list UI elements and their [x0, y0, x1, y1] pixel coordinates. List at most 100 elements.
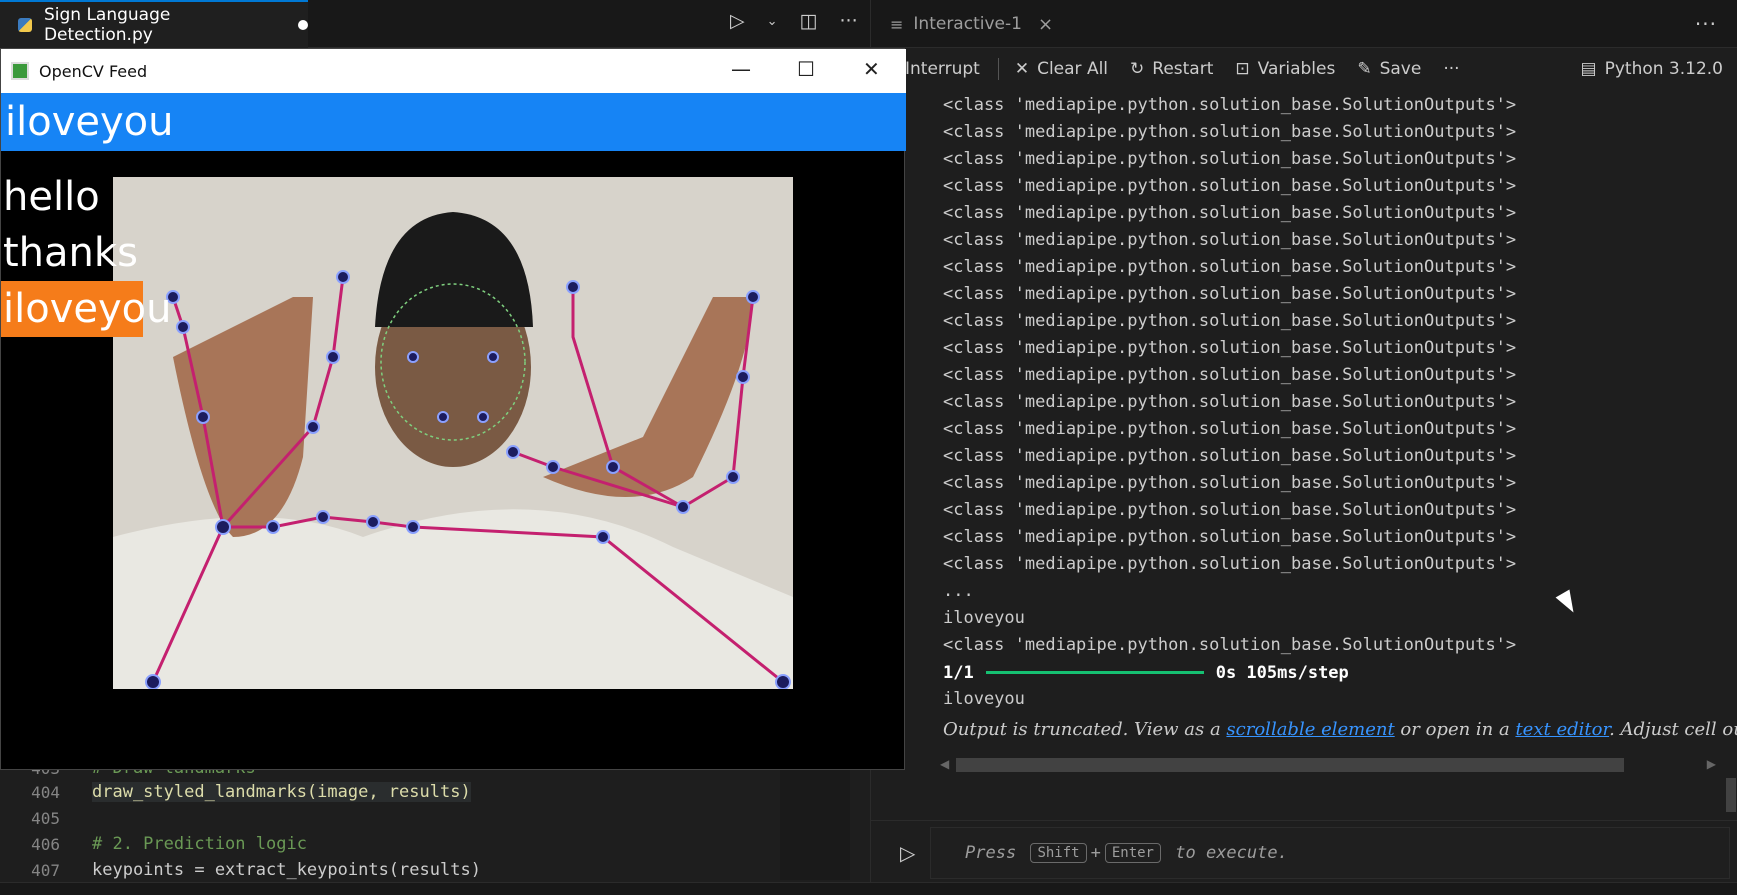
output-line: ...: [943, 581, 974, 601]
line-number: 406: [31, 834, 60, 854]
line-text: keypoints = extract_keypoints(results): [92, 860, 481, 880]
cell-output: <class 'mediapipe.python.solution_base.S…: [943, 92, 1723, 727]
progress-bar: [985, 671, 1204, 674]
save-button[interactable]: ✎ Save: [1357, 59, 1421, 79]
output-line: <class 'mediapipe.python.solution_base.S…: [943, 554, 1517, 574]
variables-icon: ⊡: [1235, 59, 1250, 79]
plus-sign: +: [1090, 843, 1101, 863]
toolbar-separator: [997, 58, 999, 80]
output-line: <class 'mediapipe.python.solution_base.S…: [943, 149, 1517, 169]
minimap[interactable]: [780, 770, 850, 880]
variables-label: Variables: [1257, 59, 1336, 79]
output-line: iloveyou: [943, 608, 1025, 628]
status-bar: [0, 882, 1737, 895]
run-icon[interactable]: ▷: [900, 841, 915, 865]
opencv-window[interactable]: OpenCV Feed — ☐ ✕ iloveyou hello thanks …: [0, 48, 906, 770]
kernel-picker[interactable]: ▤ Python 3.12.0: [1581, 59, 1723, 79]
output-line: <class 'mediapipe.python.solution_base.S…: [943, 176, 1517, 196]
split-editor-icon[interactable]: ◫: [800, 10, 818, 32]
title-bar: Sign Language Detection.py ▷ ⌄ ◫ ··· ≡ I…: [0, 0, 1737, 48]
kernel-icon: ▤: [1580, 59, 1597, 79]
line-text: draw_styled_landmarks(image, results): [92, 782, 471, 802]
camera-image: [113, 177, 793, 689]
shift-key: Shift: [1030, 843, 1087, 863]
truncated-middle: or open in a: [1394, 719, 1516, 740]
chevron-down-icon[interactable]: ⌄: [767, 14, 778, 29]
output-line: <class 'mediapipe.python.solution_base.S…: [943, 122, 1517, 142]
interactive-input: ▷ Press Shift + Enter to execute.: [870, 820, 1737, 882]
clear-all-label: Clear All: [1037, 59, 1109, 79]
output-line: <class 'mediapipe.python.solution_base.S…: [943, 392, 1517, 412]
output-line: <class 'mediapipe.python.solution_base.S…: [943, 446, 1517, 466]
prob-iloveyou: iloveyou: [1, 281, 171, 337]
progress-timing: 0s 105ms/step: [1215, 662, 1349, 683]
scroll-left-icon[interactable]: ◀: [940, 757, 949, 771]
prob-hello: hello: [3, 174, 100, 220]
output-line: <class 'mediapipe.python.solution_base.S…: [943, 635, 1517, 655]
output-line: <class 'mediapipe.python.solution_base.S…: [943, 338, 1517, 358]
prob-thanks: thanks: [3, 230, 138, 276]
tab-sign-language-detection[interactable]: Sign Language Detection.py: [0, 0, 308, 48]
code-input[interactable]: Press Shift + Enter to execute.: [930, 827, 1730, 879]
window-title: OpenCV Feed: [39, 61, 148, 81]
interrupt-label: Interrupt: [905, 59, 980, 79]
line-number: 404: [31, 782, 60, 802]
truncated-suffix: . Adjust cell output: [1609, 719, 1737, 740]
truncated-notice: Output is truncated. View as a scrollabl…: [943, 719, 1737, 740]
code-line: 405: [0, 805, 780, 831]
text-editor-link[interactable]: text editor: [1515, 719, 1609, 740]
more-actions-icon[interactable]: ···: [1695, 12, 1717, 36]
unsaved-dot-icon[interactable]: [298, 20, 308, 30]
camera-feed: [113, 177, 793, 689]
variables-button[interactable]: ⊡ Variables: [1235, 59, 1335, 79]
scrollable-element-link[interactable]: scrollable element: [1226, 719, 1394, 740]
prediction-banner: iloveyou: [1, 93, 906, 151]
output-line: <class 'mediapipe.python.solution_base.S…: [943, 500, 1517, 520]
code-editor[interactable]: 403# Draw landmarks 404draw_styled_landm…: [0, 755, 780, 880]
more-actions-icon[interactable]: ···: [839, 10, 857, 32]
python-file-icon: [18, 18, 32, 32]
interactive-icon: ≡: [890, 14, 904, 34]
run-icon[interactable]: ▷: [730, 10, 745, 32]
progress-line: 1/1 0s 105ms/step: [943, 659, 1723, 686]
output-line: <class 'mediapipe.python.solution_base.S…: [943, 311, 1517, 331]
vertical-scrollbar-thumb[interactable]: [1726, 778, 1736, 812]
clear-all-button[interactable]: ✕ Clear All: [1015, 59, 1108, 79]
code-line: 407 keypoints = extract_keypoints(results…: [0, 857, 780, 883]
interactive-toolbar: Interrupt ✕ Clear All ↻ Restart ⊡ Variables…: [905, 48, 1737, 90]
enter-key: Enter: [1104, 843, 1161, 863]
app-icon: [11, 62, 29, 80]
output-line: <class 'mediapipe.python.solution_base.S…: [943, 230, 1517, 250]
restart-icon: ↻: [1130, 59, 1145, 79]
line-number: 407: [31, 860, 60, 880]
output-line: <class 'mediapipe.python.solution_base.S…: [943, 284, 1517, 304]
code-line: 406 # 2. Prediction logic: [0, 831, 780, 857]
input-hint-suffix: to execute.: [1175, 843, 1288, 863]
scrollbar-thumb[interactable]: [956, 758, 1624, 772]
restart-button[interactable]: ↻ Restart: [1130, 59, 1213, 79]
horizontal-scrollbar[interactable]: ◀ ▶: [938, 755, 1718, 775]
close-icon[interactable]: ✕: [863, 57, 880, 81]
more-button[interactable]: ···: [1443, 59, 1459, 79]
interrupt-button[interactable]: Interrupt: [905, 59, 980, 79]
tab-label: Sign Language Detection.py: [43, 5, 171, 45]
output-line: <class 'mediapipe.python.solution_base.S…: [943, 257, 1517, 277]
output-line: <class 'mediapipe.python.solution_base.S…: [943, 419, 1517, 439]
minimize-icon[interactable]: —: [731, 57, 751, 81]
tab-label: Interactive-1: [913, 14, 1022, 34]
line-number: 405: [31, 808, 60, 828]
output-line: <class 'mediapipe.python.solution_base.S…: [943, 365, 1517, 385]
save-label: Save: [1379, 59, 1422, 79]
maximize-icon[interactable]: ☐: [797, 57, 815, 81]
output-final: iloveyou: [943, 689, 1025, 709]
scroll-right-icon[interactable]: ▶: [1707, 757, 1716, 771]
save-icon: ✎: [1357, 59, 1372, 79]
opencv-titlebar[interactable]: OpenCV Feed — ☐ ✕: [1, 49, 906, 93]
close-icon[interactable]: ×: [1038, 14, 1053, 35]
code-line: 404 draw_styled_landmarks(image, results): [0, 779, 780, 805]
input-hint-press: Press: [965, 843, 1017, 863]
progress-count: 1/1: [943, 662, 974, 683]
editor-actions: ▷ ⌄ ◫ ···: [730, 10, 858, 32]
tab-interactive-1[interactable]: ≡ Interactive-1 ×: [870, 0, 1053, 48]
output-line: <class 'mediapipe.python.solution_base.S…: [943, 527, 1517, 547]
